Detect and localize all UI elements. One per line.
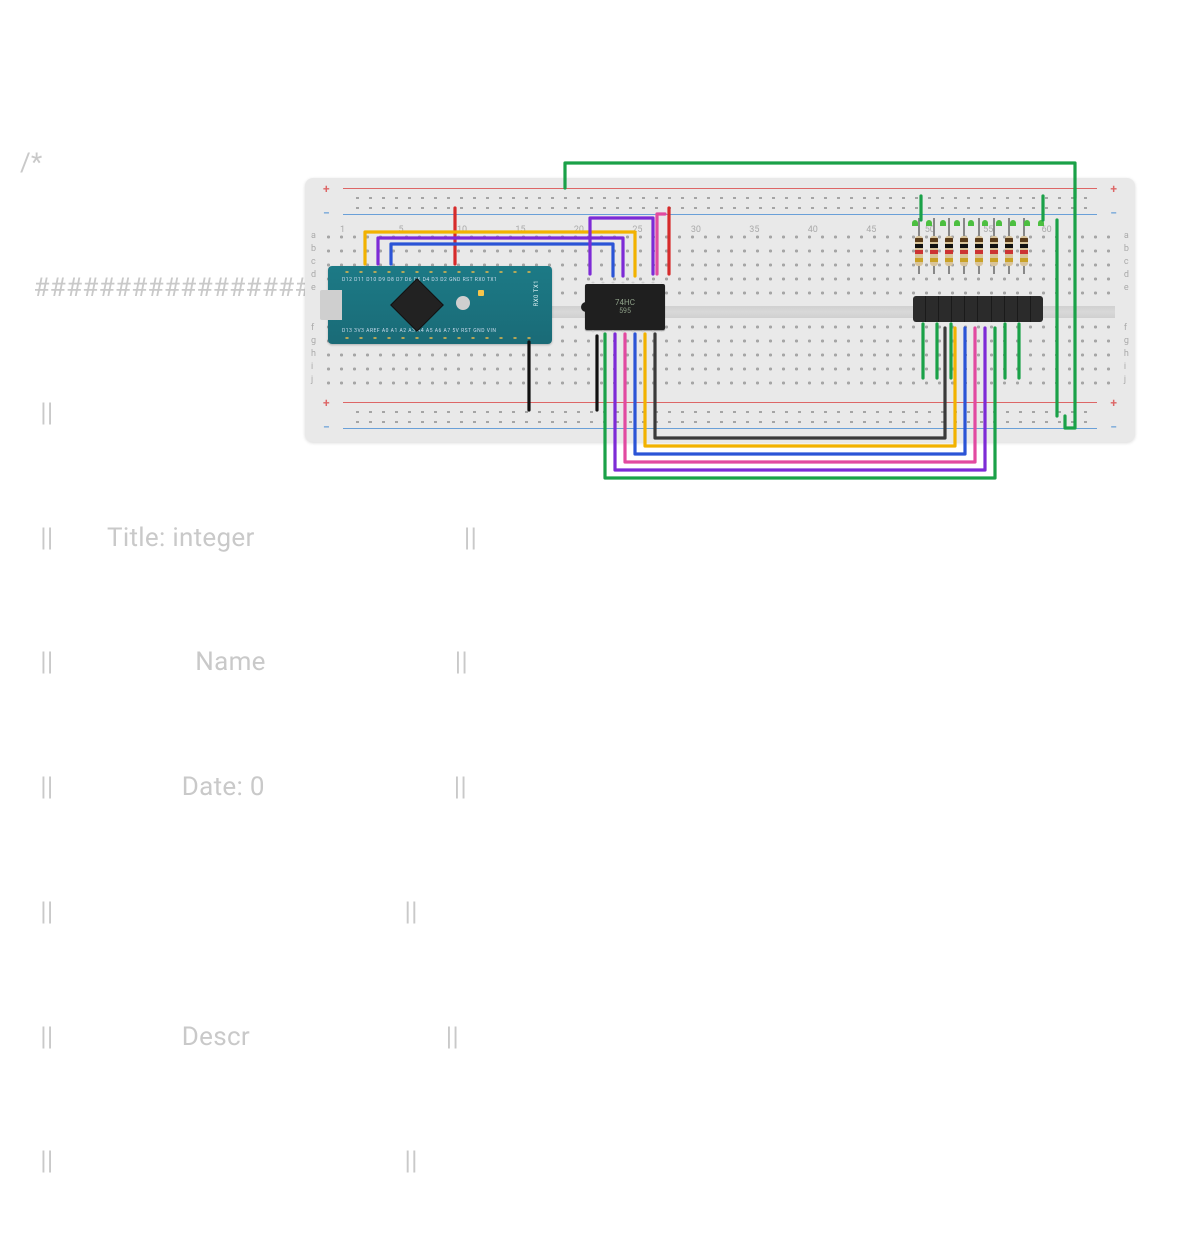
arduino-nano: D12 D11 D10 D9 D8 D7 D6 D5 D4 D3 D2 GND …	[328, 266, 552, 344]
power-rail-top: + − + −	[313, 184, 1127, 222]
usb-port-icon	[320, 290, 342, 320]
led-indicator-row	[912, 220, 1048, 230]
resistor-array	[911, 236, 1047, 286]
breadboard: + − + − + − + − 1 5 10 15 20 25 30 35 40…	[305, 178, 1135, 442]
row-letters-left: a b c d e f g h i j	[311, 231, 316, 385]
nano-bottom-pins: D13 3V3 AREF A0 A1 A2 A3 A4 A5 A6 A7 5V …	[342, 328, 538, 334]
chip-sublabel: 595	[619, 308, 631, 316]
nano-top-pins: D12 D11 D10 D9 D8 D7 D6 D5 D4 D3 D2 GND …	[342, 277, 538, 283]
shift-register-74hc595: 74HC 595	[585, 284, 665, 330]
led-bar-graph	[913, 296, 1043, 322]
rx-tx-label: RX0 TX1	[533, 280, 540, 306]
mcu-chip-icon	[390, 278, 444, 332]
status-led-icon	[478, 290, 484, 296]
row-letters-right: a b c d e f g h i j	[1124, 231, 1129, 385]
circuit-diagram: + − + − + − + − 1 5 10 15 20 25 30 35 40…	[305, 178, 1135, 442]
reset-button-icon	[456, 296, 470, 310]
power-rail-bottom: + − + −	[313, 398, 1127, 436]
